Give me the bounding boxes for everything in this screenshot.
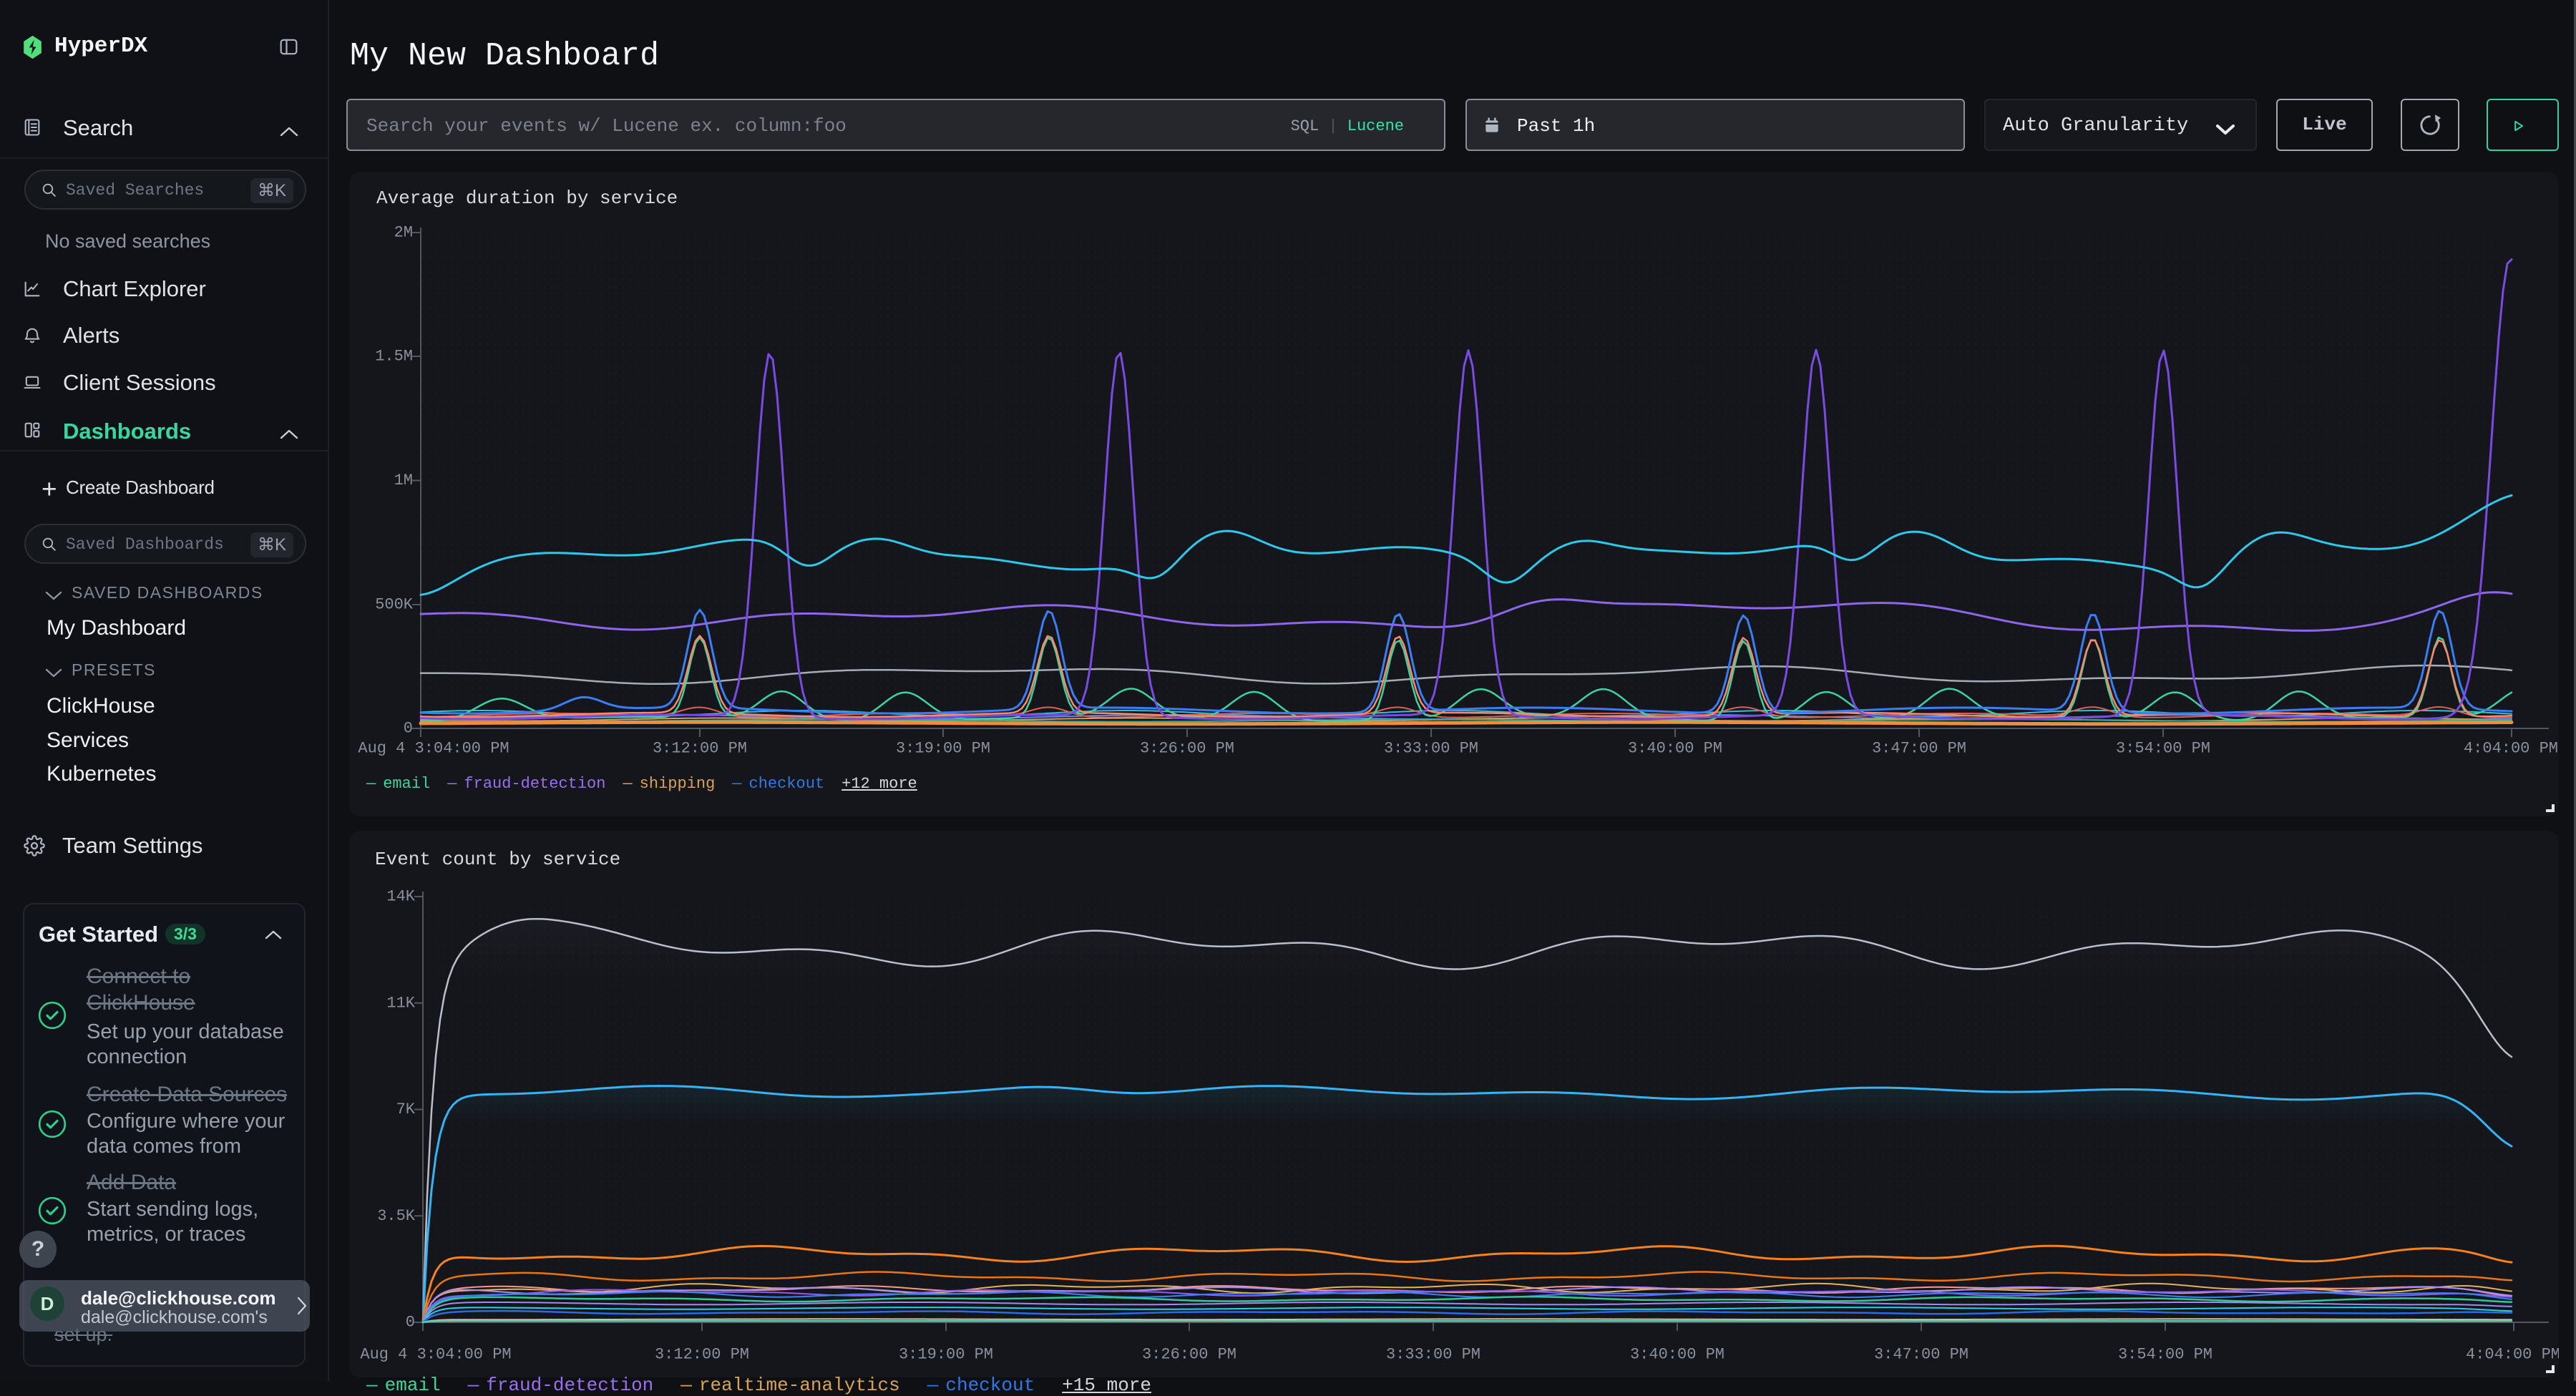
svg-text:3:47:00 PM: 3:47:00 PM: [1874, 1346, 1968, 1364]
svg-text:0: 0: [406, 1314, 415, 1332]
svg-text:11K: 11K: [386, 994, 415, 1012]
svg-text:14K: 14K: [386, 888, 415, 906]
svg-text:3:40:00 PM: 3:40:00 PM: [1628, 740, 1722, 758]
svg-text:1M: 1M: [394, 472, 413, 489]
svg-text:3:19:00 PM: 3:19:00 PM: [899, 1346, 993, 1364]
svg-text:3:33:00 PM: 3:33:00 PM: [1384, 740, 1478, 758]
svg-text:3.5K: 3.5K: [377, 1207, 416, 1225]
svg-text:3:54:00 PM: 3:54:00 PM: [2118, 1346, 2212, 1364]
svg-text:3:12:00 PM: 3:12:00 PM: [653, 740, 747, 758]
svg-text:3:47:00 PM: 3:47:00 PM: [1872, 740, 1966, 758]
svg-text:3:54:00 PM: 3:54:00 PM: [2116, 740, 2210, 758]
svg-text:7K: 7K: [396, 1100, 416, 1118]
svg-text:500K: 500K: [375, 596, 414, 614]
svg-text:0: 0: [404, 720, 413, 738]
svg-text:3:33:00 PM: 3:33:00 PM: [1386, 1346, 1480, 1364]
svg-text:3:40:00 PM: 3:40:00 PM: [1630, 1346, 1724, 1364]
svg-text:3:26:00 PM: 3:26:00 PM: [1142, 1346, 1236, 1364]
svg-text:3:19:00 PM: 3:19:00 PM: [896, 740, 990, 758]
svg-text:Aug 4 3:04:00 PM: Aug 4 3:04:00 PM: [360, 1346, 511, 1364]
svg-text:4:04:00 PM: 4:04:00 PM: [2466, 1346, 2559, 1364]
svg-text:3:12:00 PM: 3:12:00 PM: [655, 1346, 749, 1364]
svg-text:1.5M: 1.5M: [375, 348, 413, 366]
svg-text:Aug 4 3:04:00 PM: Aug 4 3:04:00 PM: [358, 740, 509, 758]
svg-text:4:04:00 PM: 4:04:00 PM: [2464, 740, 2558, 758]
svg-text:3:26:00 PM: 3:26:00 PM: [1140, 740, 1234, 758]
svg-text:2M: 2M: [394, 224, 413, 242]
